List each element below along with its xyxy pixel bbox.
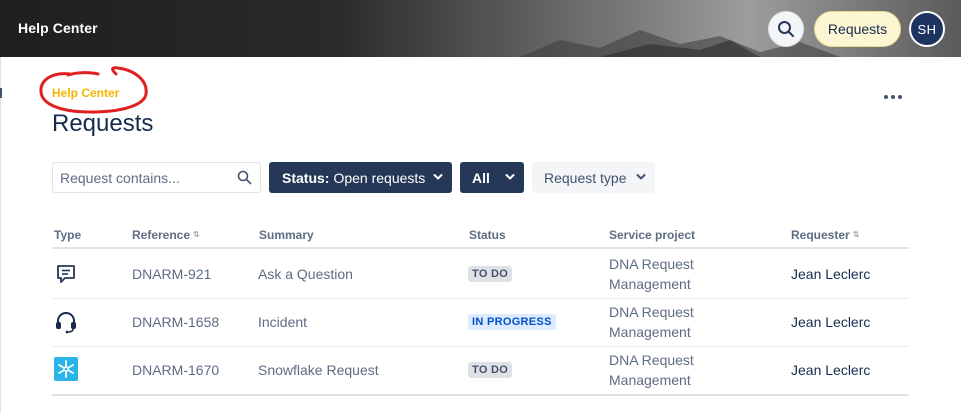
row-reference-link[interactable]: DNARM-1670 <box>132 362 219 378</box>
row-summary-link[interactable]: Incident <box>258 314 307 330</box>
row-divider <box>52 298 909 299</box>
snowflake-icon <box>54 357 78 381</box>
sort-icon: ⇅ <box>193 230 200 239</box>
service-project-line: Management <box>609 372 691 388</box>
requester-cell: Jean Leclerc <box>791 266 871 282</box>
service-project-cell: DNA Request Management <box>609 254 729 294</box>
left-divider <box>0 57 1 412</box>
service-project-line: Management <box>609 324 691 340</box>
row-summary-link[interactable]: Snowflake Request <box>258 362 379 378</box>
row-summary-link[interactable]: Ask a Question <box>258 266 353 282</box>
column-header-label: Status <box>469 228 506 242</box>
column-header-label: Service project <box>609 228 696 242</box>
request-type-label: Request type <box>544 169 627 186</box>
column-header-type: Type <box>54 228 81 242</box>
scope-filter-label: All <box>472 169 490 186</box>
service-project-line: DNA Request <box>609 256 694 272</box>
requests-button[interactable]: Requests <box>814 11 901 47</box>
requester-cell: Jean Leclerc <box>791 362 871 378</box>
breadcrumb[interactable]: Help Center <box>52 86 119 100</box>
request-type-dropdown[interactable]: Request type <box>532 162 655 193</box>
headset-icon <box>56 311 76 334</box>
status-badge: TO DO <box>468 362 513 378</box>
scope-filter-dropdown[interactable]: All <box>460 162 524 193</box>
table-bottom-divider <box>52 394 909 396</box>
column-header-status: Status <box>469 228 506 242</box>
column-header-label: Requester <box>791 228 850 242</box>
page-title: Requests <box>52 110 154 137</box>
row-reference-link[interactable]: DNARM-1658 <box>132 314 219 330</box>
status-filter-dropdown[interactable]: Status: Open requests <box>269 162 452 193</box>
left-edge-handle[interactable] <box>0 88 2 98</box>
more-dot-icon <box>884 95 888 99</box>
requester-cell: Jean Leclerc <box>791 314 871 330</box>
chevron-down-icon <box>505 174 515 180</box>
column-header-reference[interactable]: Reference ⇅ <box>132 228 200 242</box>
service-project-line: Management <box>609 276 691 292</box>
column-header-label: Type <box>54 228 82 242</box>
status-badge: TO DO <box>468 266 513 282</box>
column-header-summary: Summary <box>259 228 314 242</box>
status-filter-value: Open requests <box>333 169 426 186</box>
search-icon <box>778 21 794 37</box>
sort-icon: ⇅ <box>852 230 860 239</box>
service-project-line: DNA Request <box>609 352 694 368</box>
chat-icon <box>57 265 75 283</box>
chevron-down-icon <box>636 174 646 180</box>
more-dot-icon <box>898 95 902 99</box>
status-badge: IN PROGRESS <box>468 314 556 330</box>
chevron-down-icon <box>433 174 443 180</box>
request-search-field[interactable] <box>52 162 261 193</box>
column-header-label: Reference <box>132 228 191 242</box>
column-header-service-project: Service project <box>609 228 695 242</box>
more-options-button[interactable] <box>878 86 908 108</box>
row-divider <box>52 346 909 347</box>
top-header: Help Center Requests SH <box>0 0 961 57</box>
row-reference-link[interactable]: DNARM-921 <box>132 266 211 282</box>
column-header-label: Summary <box>259 228 314 242</box>
search-input[interactable] <box>53 163 240 192</box>
search-icon[interactable] <box>237 170 252 185</box>
service-project-cell: DNA Request Management <box>609 350 729 390</box>
column-header-requester[interactable]: Requester ⇅ <box>791 228 859 242</box>
header-title[interactable]: Help Center <box>18 20 98 36</box>
more-dot-icon <box>891 95 895 99</box>
header-search-button[interactable] <box>768 11 804 47</box>
service-project-cell: DNA Request Management <box>609 302 729 342</box>
service-project-line: DNA Request <box>609 304 694 320</box>
table-header-divider <box>52 247 909 249</box>
avatar[interactable]: SH <box>909 11 945 47</box>
status-filter-key: Status: <box>282 169 330 186</box>
